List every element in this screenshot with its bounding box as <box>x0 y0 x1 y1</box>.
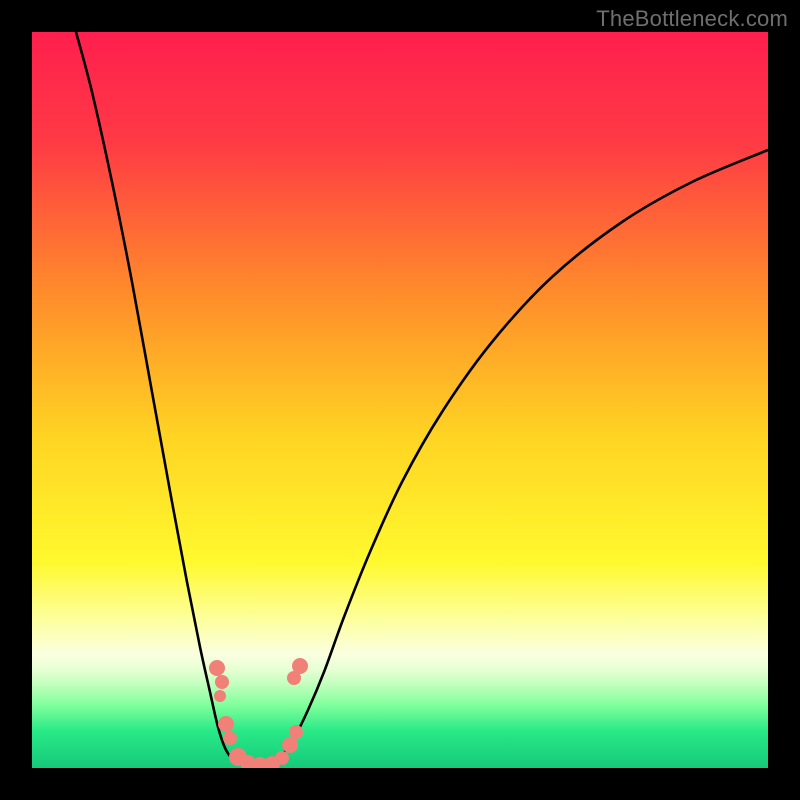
chart-background <box>32 32 768 768</box>
chart-marker <box>214 690 226 702</box>
watermark-text: TheBottleneck.com <box>596 6 788 32</box>
chart-marker <box>282 737 298 753</box>
chart-marker <box>275 751 289 765</box>
chart-marker <box>215 675 229 689</box>
chart-plot-area <box>32 32 768 768</box>
chart-marker <box>292 658 308 674</box>
chart-marker <box>289 725 303 739</box>
chart-marker <box>209 660 225 676</box>
chart-svg <box>32 32 768 768</box>
chart-marker <box>223 731 237 745</box>
chart-marker <box>218 716 234 732</box>
